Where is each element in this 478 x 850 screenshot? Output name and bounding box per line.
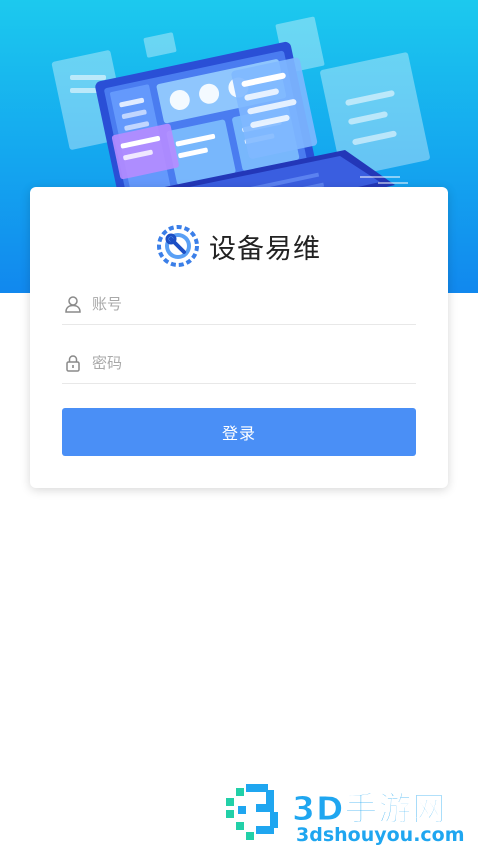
account-input[interactable] (90, 294, 394, 314)
watermark-brand: 3D手游网 (291, 789, 447, 829)
watermark-logo-icon (226, 784, 278, 840)
app-title: 设备易维 (209, 233, 321, 265)
brand-header: 设备易维 (30, 223, 448, 269)
account-field[interactable] (62, 284, 416, 325)
watermark: 3D手游网 3dshouyou.com (222, 776, 478, 850)
password-field[interactable] (62, 343, 416, 384)
password-input[interactable] (90, 353, 394, 373)
login-button[interactable]: 登录 (62, 408, 416, 456)
lock-icon (66, 355, 80, 372)
wrench-gear-icon (157, 225, 199, 267)
user-icon (65, 296, 81, 313)
watermark-url: 3dshouyou.com (296, 824, 465, 846)
login-card: 设备易维 登录 (30, 187, 448, 488)
